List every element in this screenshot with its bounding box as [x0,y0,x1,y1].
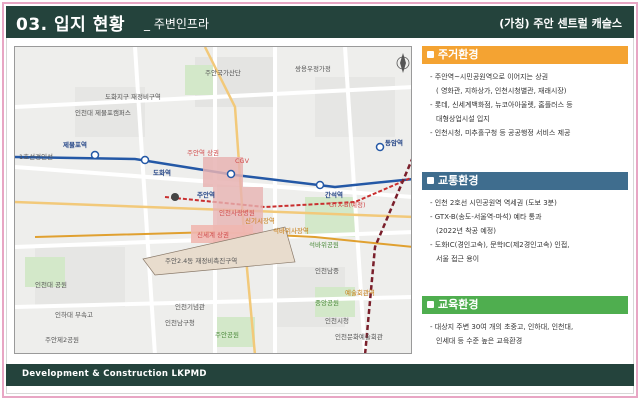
residential-line: - 주안역~시민공원역으로 이어지는 상권 [430,73,549,81]
education-body: - 대상지 주변 30여 개의 초중고, 인하대, 인천대, 인세대 등 수준 … [422,314,628,348]
map-label: 간석역 [325,190,343,199]
map-label: 주안공원 [215,330,239,339]
map-label: 인천남구청 [165,318,195,327]
map-canvas: 쌍용우정가정 주안국가산단 인천대 제물포캠퍼스 도화지구 재정비구역 제물포역… [15,47,411,353]
residential-body: - 주안역~시민공원역으로 이어지는 상권 ( 영화관, 지하상가, 인천시청별… [422,64,628,140]
map-label: 주안제2공원 [45,335,79,344]
square-bullet-icon [427,301,434,308]
footer-text: Development & Construction LKPMD [22,369,207,379]
residential-line: 대형상업시설 입지 [436,115,490,123]
square-bullet-icon [427,51,434,58]
map-label: 인천기념관 [175,302,205,311]
location-map[interactable]: 쌍용우정가정 주안국가산단 인천대 제물포캠퍼스 도화지구 재정비구역 제물포역… [14,46,412,354]
residential-header: 주거환경 [422,46,628,64]
map-label: 인천사랑병원 [219,208,255,217]
page-subtitle: _ 주변인프라 [144,17,210,31]
map-label: 인천대 공원 [35,280,67,289]
residential-line: - 인천시청, 미추홀구청 등 공공행정 서비스 제공 [430,129,571,137]
map-label: 도화역 [153,168,171,177]
transport-line: - 도화IC(경인고속), 문학IC(제2경인고속) 인접, [430,241,570,249]
map-label: 인천남중 [315,266,339,275]
slide-header: 03. 입지 현황 _ 주변인프라 (가칭) 주안 센트럴 캐슬스 [6,6,634,38]
map-label: 신세계 상권 [197,230,229,239]
map-label: 주안국가산단 [205,68,241,77]
square-bullet-icon [427,177,434,184]
slide-footer: Development & Construction LKPMD [6,364,634,386]
education-header: 교육환경 [422,296,628,314]
transport-line: (2022년 착공 예정) [436,227,496,235]
transport-body: - 인천 2호선 시민공원역 역세권 (도보 3분) - GTX-B(송도-서울… [422,190,628,266]
residential-section: 주거환경 - 주안역~시민공원역으로 이어지는 상권 ( 영화관, 지하상가, … [422,46,628,140]
education-line: - 대상지 주변 30여 개의 초중고, 인하대, 인천대, [430,323,574,331]
map-label: 석바위공원 [309,240,339,249]
map-label: 주안역 [197,190,215,199]
page-title: 03. 입지 현황 [16,15,126,35]
transport-line: 서울 접근 용이 [436,255,480,263]
map-label: 신기시장역 [245,216,275,225]
map-label: 인천대 제물포캠퍼스 [75,108,131,117]
map-label: 제물포역 [63,140,87,149]
map-label: 예술회관역 [345,288,375,297]
transport-line: - GTX-B(송도-서울역-마석) 예타 통과 [430,213,542,221]
residential-line: - 롯데, 신세계백화점, 뉴코아아울렛, 홈플러스 등 [430,101,573,109]
transport-line: - 인천 2호선 시민공원역 역세권 (도보 3분) [430,199,557,207]
education-section: 교육환경 - 대상지 주변 30여 개의 초중고, 인하대, 인천대, 인세대 … [422,296,628,348]
map-label: 1호선경인선 [19,152,53,161]
project-name: (가칭) 주안 센트럴 캐슬스 [499,17,622,30]
map-label: 주안2.4동 재정비촉진구역 [165,256,237,265]
transport-header: 교통환경 [422,172,628,190]
map-label: 동암역 [385,138,403,147]
transport-section: 교통환경 - 인천 2호선 시민공원역 역세권 (도보 3분) - GTX-B(… [422,172,628,266]
map-label: CGV [235,157,250,165]
map-label: 인하대 부속고 [55,310,93,319]
map-label: 중앙공원 [315,298,339,307]
residential-title: 주거환경 [438,48,479,61]
map-label: 주안역 상권 [187,148,219,157]
map-label: 도화지구 재정비구역 [105,92,161,101]
education-title: 교육환경 [438,298,479,311]
map-label: 인천문화예술회관 [335,332,383,341]
residential-line: ( 영화관, 지하상가, 인천시청별관, 재래시장) [436,87,567,95]
map-label: GTX-B(예정) [329,200,366,209]
map-label: 인천시청 [325,316,349,325]
map-label: 쌍용우정가정 [295,64,331,73]
education-line: 인세대 등 수준 높은 교육환경 [436,337,523,345]
transport-title: 교통환경 [438,174,479,187]
map-label: 석바위사장역 [273,226,309,235]
